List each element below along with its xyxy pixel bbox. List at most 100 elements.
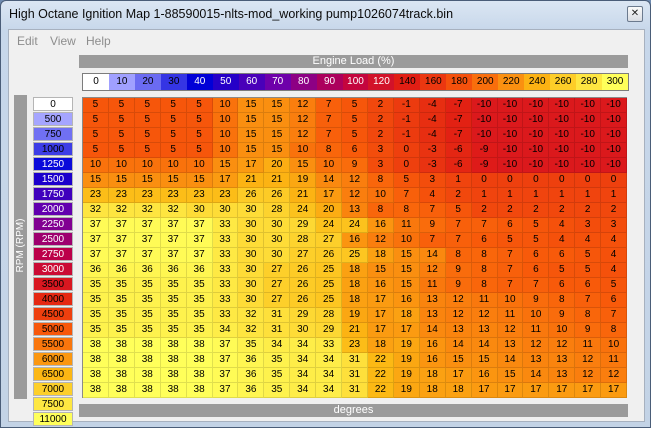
table-cell[interactable]: 2 — [523, 203, 550, 218]
table-cell[interactable]: 37 — [134, 218, 161, 233]
table-cell[interactable]: 36 — [238, 368, 265, 383]
table-cell[interactable]: 5 — [342, 98, 368, 113]
table-cell[interactable]: 37 — [212, 353, 239, 368]
table-cell[interactable]: 5 — [393, 173, 420, 188]
table-cell[interactable]: 34 — [316, 383, 343, 398]
table-cell[interactable]: -10 — [523, 113, 550, 128]
table-cell[interactable]: 8 — [367, 173, 394, 188]
table-cell[interactable]: 15 — [160, 173, 187, 188]
table-cell[interactable]: 13 — [549, 353, 576, 368]
table-cell[interactable]: 18 — [367, 338, 394, 353]
table-cell[interactable]: 17 — [497, 383, 524, 398]
table-cell[interactable]: 12 — [290, 128, 317, 143]
table-cell[interactable]: 9 — [445, 278, 472, 293]
table-cell[interactable]: 0 — [497, 173, 524, 188]
table-cell[interactable]: 21 — [264, 173, 291, 188]
table-cell[interactable]: -10 — [523, 128, 550, 143]
table-cell[interactable]: 5 — [186, 98, 213, 113]
table-cell[interactable]: 35 — [238, 338, 265, 353]
table-cell[interactable]: 30 — [238, 278, 265, 293]
table-cell[interactable]: 10 — [186, 158, 213, 173]
table-cell[interactable]: 5 — [134, 113, 161, 128]
table-cell[interactable]: 0 — [393, 158, 420, 173]
table-cell[interactable]: -4 — [419, 113, 446, 128]
table-cell[interactable]: 38 — [186, 338, 213, 353]
table-cell[interactable]: 11 — [523, 323, 550, 338]
table-cell[interactable]: 15 — [497, 368, 524, 383]
table-cell[interactable]: 4 — [601, 248, 628, 263]
table-cell[interactable]: 10 — [549, 323, 576, 338]
table-cell[interactable]: 15 — [471, 353, 498, 368]
table-cell[interactable]: 32 — [238, 308, 265, 323]
table-cell[interactable]: 31 — [342, 353, 368, 368]
table-cell[interactable]: -10 — [471, 98, 498, 113]
table-cell[interactable]: 34 — [316, 353, 343, 368]
table-cell[interactable]: 17 — [445, 368, 472, 383]
table-cell[interactable]: 3 — [367, 143, 394, 158]
table-cell[interactable]: 9 — [445, 263, 472, 278]
table-cell[interactable]: 0 — [575, 173, 602, 188]
table-cell[interactable]: 21 — [290, 188, 317, 203]
table-cell[interactable]: 30 — [238, 233, 265, 248]
table-cell[interactable]: 12 — [497, 323, 524, 338]
table-cell[interactable]: 14 — [419, 323, 446, 338]
table-cell[interactable]: 30 — [238, 218, 265, 233]
table-cell[interactable]: 31 — [342, 383, 368, 398]
table-cell[interactable]: 15 — [393, 278, 420, 293]
table-cell[interactable]: 10 — [212, 128, 239, 143]
table-cell[interactable]: 5 — [601, 278, 628, 293]
table-cell[interactable]: 17 — [471, 383, 498, 398]
table-cell[interactable]: 29 — [316, 323, 343, 338]
table-cell[interactable]: 16 — [367, 278, 394, 293]
table-cell[interactable]: 17 — [316, 188, 343, 203]
table-cell[interactable]: -9 — [471, 158, 498, 173]
table-cell[interactable]: 25 — [316, 263, 343, 278]
table-cell[interactable]: 38 — [134, 338, 161, 353]
table-cell[interactable]: 8 — [445, 248, 472, 263]
table-cell[interactable]: 12 — [575, 353, 602, 368]
table-cell[interactable]: -9 — [471, 143, 498, 158]
table-cell[interactable]: 38 — [160, 338, 187, 353]
table-cell[interactable]: 11 — [419, 278, 446, 293]
table-cell[interactable]: 19 — [393, 353, 420, 368]
table-cell[interactable]: 5 — [575, 263, 602, 278]
table-cell[interactable]: 15 — [393, 263, 420, 278]
table-cell[interactable]: 15 — [212, 158, 239, 173]
table-cell[interactable]: 1 — [471, 188, 498, 203]
table-cell[interactable]: 29 — [290, 308, 317, 323]
table-cell[interactable]: -4 — [419, 128, 446, 143]
table-cell[interactable]: 16 — [367, 218, 394, 233]
table-cell[interactable]: -10 — [575, 128, 602, 143]
table-cell[interactable]: 23 — [186, 188, 213, 203]
table-cell[interactable]: 4 — [419, 188, 446, 203]
table-cell[interactable]: 13 — [471, 323, 498, 338]
table-cell[interactable]: 15 — [83, 173, 109, 188]
table-cell[interactable]: 10 — [497, 293, 524, 308]
table-cell[interactable]: 4 — [549, 218, 576, 233]
table-cell[interactable]: 4 — [575, 233, 602, 248]
table-cell[interactable]: 35 — [186, 323, 213, 338]
table-cell[interactable]: 11 — [575, 338, 602, 353]
table-cell[interactable]: 6 — [523, 263, 550, 278]
table-cell[interactable]: 9 — [419, 218, 446, 233]
table-cell[interactable]: 26 — [264, 188, 291, 203]
table-cell[interactable]: 4 — [601, 233, 628, 248]
table-cell[interactable]: 30 — [238, 203, 265, 218]
table-cell[interactable]: 38 — [108, 338, 135, 353]
table-cell[interactable]: 25 — [316, 278, 343, 293]
table-cell[interactable]: 12 — [419, 263, 446, 278]
table-cell[interactable]: 15 — [108, 173, 135, 188]
table-cell[interactable]: 18 — [393, 308, 420, 323]
table-cell[interactable]: 23 — [160, 188, 187, 203]
table-cell[interactable]: 35 — [108, 308, 135, 323]
table-cell[interactable]: 30 — [264, 218, 291, 233]
table-cell[interactable]: 34 — [290, 368, 317, 383]
table-cell[interactable]: 38 — [83, 353, 109, 368]
table-cell[interactable]: 20 — [316, 203, 343, 218]
table-cell[interactable]: -10 — [549, 113, 576, 128]
table-cell[interactable]: 33 — [212, 308, 239, 323]
table-cell[interactable]: 15 — [238, 143, 265, 158]
table-cell[interactable]: 27 — [264, 293, 291, 308]
table-cell[interactable]: 15 — [367, 263, 394, 278]
table-cell[interactable]: -1 — [393, 113, 420, 128]
